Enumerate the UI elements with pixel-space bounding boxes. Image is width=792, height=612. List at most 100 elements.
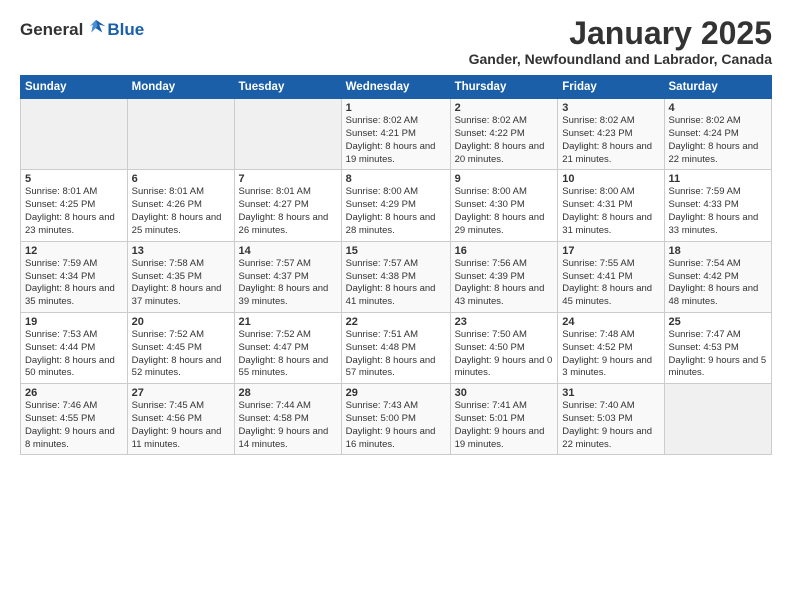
day-number: 8 (346, 173, 446, 185)
col-wednesday: Wednesday (341, 76, 450, 99)
day-number: 10 (562, 173, 659, 185)
day-number: 29 (346, 387, 446, 399)
day-info: Sunrise: 7:50 AMSunset: 4:50 PMDaylight:… (455, 329, 554, 380)
day-number: 7 (239, 173, 337, 185)
title-area: January 2025 Gander, Newfoundland and La… (469, 16, 772, 67)
table-row: 31Sunrise: 7:40 AMSunset: 5:03 PMDayligh… (558, 384, 664, 455)
day-info: Sunrise: 7:46 AMSunset: 4:55 PMDaylight:… (25, 400, 123, 451)
col-sunday: Sunday (21, 76, 128, 99)
table-row: 14Sunrise: 7:57 AMSunset: 4:37 PMDayligh… (234, 241, 341, 312)
logo: General Blue (20, 16, 144, 38)
table-row: 19Sunrise: 7:53 AMSunset: 4:44 PMDayligh… (21, 312, 128, 383)
day-number: 24 (562, 316, 659, 328)
table-row (21, 99, 128, 170)
col-friday: Friday (558, 76, 664, 99)
page: General Blue January 2025 Gander, Newfou… (0, 0, 792, 612)
table-row: 27Sunrise: 7:45 AMSunset: 4:56 PMDayligh… (127, 384, 234, 455)
table-row: 25Sunrise: 7:47 AMSunset: 4:53 PMDayligh… (664, 312, 772, 383)
table-row: 8Sunrise: 8:00 AMSunset: 4:29 PMDaylight… (341, 170, 450, 241)
header: General Blue January 2025 Gander, Newfou… (20, 16, 772, 67)
day-number: 15 (346, 245, 446, 257)
day-number: 20 (132, 316, 230, 328)
day-number: 21 (239, 316, 337, 328)
day-info: Sunrise: 7:55 AMSunset: 4:41 PMDaylight:… (562, 258, 659, 309)
day-number: 28 (239, 387, 337, 399)
table-row: 22Sunrise: 7:51 AMSunset: 4:48 PMDayligh… (341, 312, 450, 383)
day-number: 11 (669, 173, 768, 185)
logo-blue-text: Blue (107, 21, 144, 38)
day-info: Sunrise: 7:56 AMSunset: 4:39 PMDaylight:… (455, 258, 554, 309)
day-info: Sunrise: 8:00 AMSunset: 4:31 PMDaylight:… (562, 186, 659, 237)
col-tuesday: Tuesday (234, 76, 341, 99)
day-number: 17 (562, 245, 659, 257)
day-info: Sunrise: 7:47 AMSunset: 4:53 PMDaylight:… (669, 329, 768, 380)
logo-general-text: General (20, 21, 83, 38)
day-number: 6 (132, 173, 230, 185)
day-number: 22 (346, 316, 446, 328)
table-row: 3Sunrise: 8:02 AMSunset: 4:23 PMDaylight… (558, 99, 664, 170)
col-thursday: Thursday (450, 76, 558, 99)
day-info: Sunrise: 7:57 AMSunset: 4:38 PMDaylight:… (346, 258, 446, 309)
day-number: 25 (669, 316, 768, 328)
col-saturday: Saturday (664, 76, 772, 99)
table-row: 24Sunrise: 7:48 AMSunset: 4:52 PMDayligh… (558, 312, 664, 383)
day-info: Sunrise: 8:01 AMSunset: 4:27 PMDaylight:… (239, 186, 337, 237)
day-info: Sunrise: 7:45 AMSunset: 4:56 PMDaylight:… (132, 400, 230, 451)
table-row (127, 99, 234, 170)
day-number: 1 (346, 102, 446, 114)
table-row: 12Sunrise: 7:59 AMSunset: 4:34 PMDayligh… (21, 241, 128, 312)
table-row: 11Sunrise: 7:59 AMSunset: 4:33 PMDayligh… (664, 170, 772, 241)
day-info: Sunrise: 7:51 AMSunset: 4:48 PMDaylight:… (346, 329, 446, 380)
calendar-week-row: 1Sunrise: 8:02 AMSunset: 4:21 PMDaylight… (21, 99, 772, 170)
table-row: 30Sunrise: 7:41 AMSunset: 5:01 PMDayligh… (450, 384, 558, 455)
month-title: January 2025 (469, 16, 772, 51)
day-number: 19 (25, 316, 123, 328)
table-row: 20Sunrise: 7:52 AMSunset: 4:45 PMDayligh… (127, 312, 234, 383)
day-info: Sunrise: 7:59 AMSunset: 4:33 PMDaylight:… (669, 186, 768, 237)
table-row (234, 99, 341, 170)
day-info: Sunrise: 7:40 AMSunset: 5:03 PMDaylight:… (562, 400, 659, 451)
table-row: 13Sunrise: 7:58 AMSunset: 4:35 PMDayligh… (127, 241, 234, 312)
day-info: Sunrise: 7:59 AMSunset: 4:34 PMDaylight:… (25, 258, 123, 309)
table-row: 23Sunrise: 7:50 AMSunset: 4:50 PMDayligh… (450, 312, 558, 383)
day-info: Sunrise: 7:48 AMSunset: 4:52 PMDaylight:… (562, 329, 659, 380)
day-number: 26 (25, 387, 123, 399)
day-number: 18 (669, 245, 768, 257)
day-number: 16 (455, 245, 554, 257)
day-number: 3 (562, 102, 659, 114)
table-row: 4Sunrise: 8:02 AMSunset: 4:24 PMDaylight… (664, 99, 772, 170)
day-info: Sunrise: 8:02 AMSunset: 4:22 PMDaylight:… (455, 115, 554, 166)
table-row: 29Sunrise: 7:43 AMSunset: 5:00 PMDayligh… (341, 384, 450, 455)
day-info: Sunrise: 8:01 AMSunset: 4:26 PMDaylight:… (132, 186, 230, 237)
day-number: 27 (132, 387, 230, 399)
table-row: 21Sunrise: 7:52 AMSunset: 4:47 PMDayligh… (234, 312, 341, 383)
table-row: 2Sunrise: 8:02 AMSunset: 4:22 PMDaylight… (450, 99, 558, 170)
day-info: Sunrise: 7:52 AMSunset: 4:45 PMDaylight:… (132, 329, 230, 380)
day-info: Sunrise: 7:54 AMSunset: 4:42 PMDaylight:… (669, 258, 768, 309)
day-info: Sunrise: 7:58 AMSunset: 4:35 PMDaylight:… (132, 258, 230, 309)
table-row: 7Sunrise: 8:01 AMSunset: 4:27 PMDaylight… (234, 170, 341, 241)
table-row: 9Sunrise: 8:00 AMSunset: 4:30 PMDaylight… (450, 170, 558, 241)
logo-area: General Blue (20, 16, 144, 38)
table-row: 18Sunrise: 7:54 AMSunset: 4:42 PMDayligh… (664, 241, 772, 312)
day-number: 12 (25, 245, 123, 257)
calendar-week-row: 19Sunrise: 7:53 AMSunset: 4:44 PMDayligh… (21, 312, 772, 383)
day-number: 31 (562, 387, 659, 399)
day-number: 5 (25, 173, 123, 185)
day-info: Sunrise: 8:01 AMSunset: 4:25 PMDaylight:… (25, 186, 123, 237)
day-info: Sunrise: 8:00 AMSunset: 4:29 PMDaylight:… (346, 186, 446, 237)
calendar-week-row: 26Sunrise: 7:46 AMSunset: 4:55 PMDayligh… (21, 384, 772, 455)
day-number: 2 (455, 102, 554, 114)
table-row: 6Sunrise: 8:01 AMSunset: 4:26 PMDaylight… (127, 170, 234, 241)
table-row: 5Sunrise: 8:01 AMSunset: 4:25 PMDaylight… (21, 170, 128, 241)
table-row: 15Sunrise: 7:57 AMSunset: 4:38 PMDayligh… (341, 241, 450, 312)
table-row: 16Sunrise: 7:56 AMSunset: 4:39 PMDayligh… (450, 241, 558, 312)
day-info: Sunrise: 7:57 AMSunset: 4:37 PMDaylight:… (239, 258, 337, 309)
calendar-header-row: Sunday Monday Tuesday Wednesday Thursday… (21, 76, 772, 99)
day-number: 30 (455, 387, 554, 399)
day-info: Sunrise: 7:53 AMSunset: 4:44 PMDaylight:… (25, 329, 123, 380)
table-row: 10Sunrise: 8:00 AMSunset: 4:31 PMDayligh… (558, 170, 664, 241)
day-info: Sunrise: 7:52 AMSunset: 4:47 PMDaylight:… (239, 329, 337, 380)
day-info: Sunrise: 7:44 AMSunset: 4:58 PMDaylight:… (239, 400, 337, 451)
logo-bird-icon (85, 16, 107, 38)
